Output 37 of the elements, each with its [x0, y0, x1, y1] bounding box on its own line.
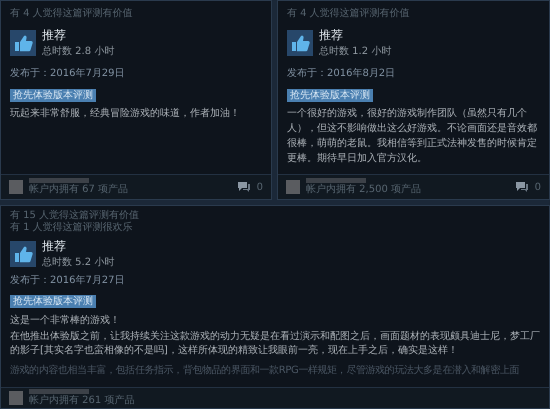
username-placeholder: [29, 389, 89, 394]
helpful-count: 有 15 人觉得这篇评测有价值: [10, 210, 140, 222]
product-count: 帐户内拥有 67 项产品: [29, 184, 130, 196]
early-access-tag: 抢先体验版本评测: [10, 89, 96, 102]
playtime: 总时数 1.2 小时: [319, 44, 392, 58]
username-placeholder: [29, 178, 89, 183]
recommendation-title: 推荐: [319, 27, 344, 44]
thumbs-up-icon: [10, 30, 36, 56]
review-text: 在他推出体验版之前，让我持续关注这款游戏的动力无疑是在看过演示和配图之后，画面题材的表现颇具迪士尼，梦工厂的影子[其实名字也蛮相像的不是吗]，这样所体现的精致让我眼前一亮，现在上手之后，确实是这样！: [10, 330, 540, 358]
review-text: 一个很好的游戏，很好的游戏制作团队（虽然只有几个人），但这不影响做出这么好游戏。不论画面还是音效都很棒，萌萌的老鼠。我相信等到正式法神发售的时候肯定更棒。期待早日加入官方汉化。: [287, 106, 538, 166]
product-count: 帐户内拥有 2,500 项产品: [306, 184, 422, 196]
comment-icon[interactable]: [514, 181, 529, 193]
helpful-count: 有 1 人觉得这篇评测很欢乐: [10, 222, 134, 234]
thumbs-up-icon: [10, 240, 36, 266]
post-date: 发布于：2016年7月29日: [10, 67, 126, 80]
post-date: 发布于：2016年8月2日: [287, 67, 396, 80]
playtime: 总时数 5.2 小时: [42, 256, 114, 269]
helpful-count: 有 4 人觉得这篇评测有价值: [287, 7, 411, 20]
recommendation-title: 推荐: [42, 238, 67, 255]
early-access-tag: 抢先体验版本评测: [287, 89, 373, 102]
post-date: 发布于：2016年7月27日: [10, 274, 126, 287]
recommendation-title: 推荐: [42, 27, 67, 44]
product-count: 帐户内拥有 261 项产品: [29, 395, 136, 407]
comment-count: 0: [256, 182, 263, 192]
review-text: 这是一个非常棒的游戏！: [10, 314, 121, 328]
helpful-count: 有 4 人觉得这篇评测有价值: [10, 7, 134, 20]
comment-count: 0: [534, 182, 541, 192]
avatar-placeholder: [9, 391, 23, 405]
avatar-placeholder: [286, 180, 300, 194]
playtime: 总时数 2.8 小时: [42, 44, 114, 58]
review-text: 玩起来非常舒服，经典冒险游戏的味道，作者加油！: [10, 106, 241, 121]
thumbs-up-icon: [287, 30, 313, 56]
avatar-placeholder: [9, 180, 23, 194]
username-placeholder: [306, 178, 366, 183]
comment-icon[interactable]: [236, 181, 251, 193]
early-access-tag: 抢先体验版本评测: [10, 295, 96, 308]
review-text: 游戏的内容也相当丰富，包括任务指示，背包物品的界面和一款RPG一样规矩，尽管游戏的玩法大多是在潜入和解密上面: [10, 364, 520, 378]
